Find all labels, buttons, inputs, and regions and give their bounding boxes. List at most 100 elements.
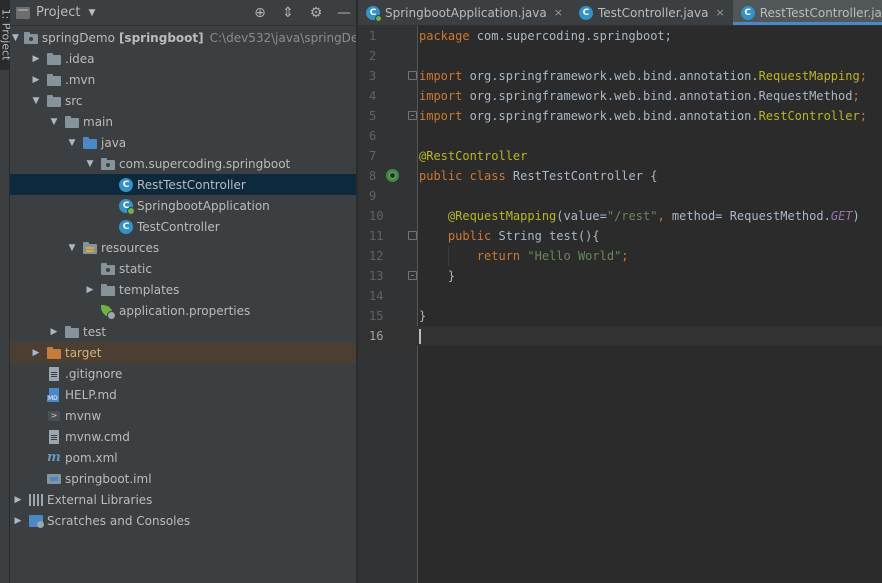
code-token: RestTestController { xyxy=(512,169,658,183)
code-line[interactable]: 2 xyxy=(358,46,882,66)
chevron-right-icon[interactable]: ▶ xyxy=(30,75,42,85)
code-line[interactable]: 4 import org.springframework.web.bind.ann… xyxy=(358,86,882,106)
tree-item-label: RestTestController xyxy=(137,177,246,192)
tree-item-resttestcontroller[interactable]: C RestTestController xyxy=(10,174,356,195)
tree-item-application-properties[interactable]: application.properties xyxy=(10,300,356,321)
collapse-icon[interactable]: ⇕ xyxy=(280,5,296,21)
folder-icon xyxy=(46,94,62,108)
tree-item-static[interactable]: static xyxy=(10,258,356,279)
spring-class-icon: C xyxy=(118,198,135,215)
tree-item-idea[interactable]: ▶ .idea xyxy=(10,48,356,69)
tree-item-external-libraries[interactable]: ▶ External Libraries xyxy=(10,489,356,510)
code-line[interactable]: 10 @RequestMapping(value="/rest", method… xyxy=(358,206,882,226)
close-icon[interactable]: × xyxy=(554,6,563,19)
code-token: @RestController xyxy=(419,149,528,163)
gutter-marker xyxy=(386,226,417,246)
code-token: "/rest" xyxy=(606,209,658,223)
tree-item-scratches[interactable]: ▶ Scratches and Consoles xyxy=(10,510,356,531)
gear-icon[interactable]: ⚙ xyxy=(308,5,324,21)
fold-marker-icon[interactable] xyxy=(408,231,417,240)
tree-item-springbootapplication[interactable]: C SpringbootApplication xyxy=(10,195,356,216)
tree-item-java[interactable]: ▼ java xyxy=(10,132,356,153)
chevron-down-icon[interactable]: ▼ xyxy=(66,138,78,148)
minimize-icon[interactable]: — xyxy=(336,5,352,21)
code-text: import org.springframework.web.bind.anno… xyxy=(419,69,867,83)
chevron-right-icon[interactable]: ▶ xyxy=(84,285,96,295)
tree-item-pom-xml[interactable]: m pom.xml xyxy=(10,447,356,468)
code-line[interactable]: 3 import org.springframework.web.bind.ann… xyxy=(358,66,882,86)
chevron-down-icon[interactable]: ▼ xyxy=(84,159,96,169)
chevron-right-icon[interactable]: ▶ xyxy=(12,495,24,505)
tree-item-label: .gitignore xyxy=(65,366,123,381)
chevron-right-icon[interactable]: ▶ xyxy=(12,516,24,526)
fold-marker-icon[interactable] xyxy=(408,271,417,280)
tree-item-label: .idea xyxy=(65,51,95,66)
tree-item-templates[interactable]: ▶ templates xyxy=(10,279,356,300)
chevron-down-icon[interactable]: ▼ xyxy=(30,96,42,106)
globe-icon[interactable]: ⊕ xyxy=(252,5,268,21)
excluded-folder-icon xyxy=(46,346,62,360)
chevron-down-icon[interactable]: ▼ xyxy=(88,8,95,18)
tab-testcontroller[interactable]: C TestController.java × xyxy=(571,0,733,25)
tree-item-testcontroller[interactable]: C TestController xyxy=(10,216,356,237)
file-icon xyxy=(46,429,62,444)
tree-item-label: TestController xyxy=(137,219,220,234)
tree-item-mvnw-cmd[interactable]: mvnw.cmd xyxy=(10,426,356,447)
spring-bean-gutter-icon[interactable] xyxy=(386,169,399,182)
code-line[interactable]: 1 package com.supercoding.springboot; xyxy=(358,26,882,46)
chevron-down-icon[interactable]: ▼ xyxy=(66,243,78,253)
gutter-marker xyxy=(386,66,417,86)
code-line[interactable]: 15} xyxy=(358,306,882,326)
chevron-down-icon[interactable]: ▼ xyxy=(12,33,19,43)
tree-item-package[interactable]: ▼ com.supercoding.springboot xyxy=(10,153,356,174)
tree-item-springdemo[interactable]: ▼ springDemo [springboot] C:\dev532\java… xyxy=(10,27,356,48)
code-line[interactable]: 13 } xyxy=(358,266,882,286)
tree-item-mvnw[interactable]: > mvnw xyxy=(10,405,356,426)
code-token: public class xyxy=(419,169,513,183)
code-token: org.springframework.web.bind.annotation. xyxy=(469,69,759,83)
close-icon[interactable]: × xyxy=(715,6,724,19)
code-line[interactable]: 9 xyxy=(358,186,882,206)
chevron-down-icon[interactable]: ▼ xyxy=(48,117,60,127)
code-line[interactable]: 5 import org.springframework.web.bind.ann… xyxy=(358,106,882,126)
project-tool-tab[interactable]: 1: Project xyxy=(0,0,12,70)
project-view-selector[interactable]: Project xyxy=(36,5,80,20)
fold-marker-icon[interactable] xyxy=(408,111,417,120)
tree-item-gitignore[interactable]: .gitignore xyxy=(10,363,356,384)
code-line[interactable]: 14 xyxy=(358,286,882,306)
code-line[interactable]: 8 public class RestTestController { xyxy=(358,166,882,186)
code-line[interactable]: 12 return "Hello World"; xyxy=(358,246,882,266)
chevron-right-icon[interactable]: ▶ xyxy=(30,348,42,358)
tree-item-src[interactable]: ▼ src xyxy=(10,90,356,111)
tree-item-label: static xyxy=(119,261,152,276)
code-token: method= RequestMethod. xyxy=(671,209,831,223)
code-token: ; xyxy=(859,109,867,123)
chevron-right-icon[interactable]: ▶ xyxy=(30,54,42,64)
chevron-right-icon[interactable]: ▶ xyxy=(48,327,60,337)
code-line[interactable]: 11 public String test(){ xyxy=(358,226,882,246)
code-area[interactable]: 1 package com.supercoding.springboot; 2 3 im… xyxy=(358,26,882,583)
code-line[interactable]: 16 xyxy=(358,326,882,346)
tree-item-label: main xyxy=(83,114,113,129)
tree-item-help-md[interactable]: HELP.md xyxy=(10,384,356,405)
fold-marker-icon[interactable] xyxy=(408,71,417,80)
tab-label: SpringbootApplication.java xyxy=(385,5,547,20)
project-panel: Project ▼ ⊕ ⇕ ⚙ — ▼ springDemo [springbo… xyxy=(10,0,357,583)
tab-label: TestController.java xyxy=(597,5,709,20)
code-line[interactable]: 6 xyxy=(358,126,882,146)
tree-item-springboot-iml[interactable]: springboot.iml xyxy=(10,468,356,489)
terminal-icon: > xyxy=(46,409,62,423)
spring-properties-icon xyxy=(100,304,116,320)
tree-item-test[interactable]: ▶ test xyxy=(10,321,356,342)
source-folder-icon xyxy=(82,136,98,150)
gutter-marker xyxy=(386,246,410,266)
tree-item-target[interactable]: ▶ target xyxy=(10,342,356,363)
code-line[interactable]: 7 @RestController xyxy=(358,146,882,166)
tab-springbootapplication[interactable]: C SpringbootApplication.java × xyxy=(358,0,571,25)
tab-resttestcontroller[interactable]: C RestTestController.java × xyxy=(732,0,882,25)
gutter-marker xyxy=(386,146,410,166)
tree-item-resources[interactable]: ▼ resources xyxy=(10,237,356,258)
tree-item-mvn[interactable]: ▶ .mvn xyxy=(10,69,356,90)
tree-item-main[interactable]: ▼ main xyxy=(10,111,356,132)
